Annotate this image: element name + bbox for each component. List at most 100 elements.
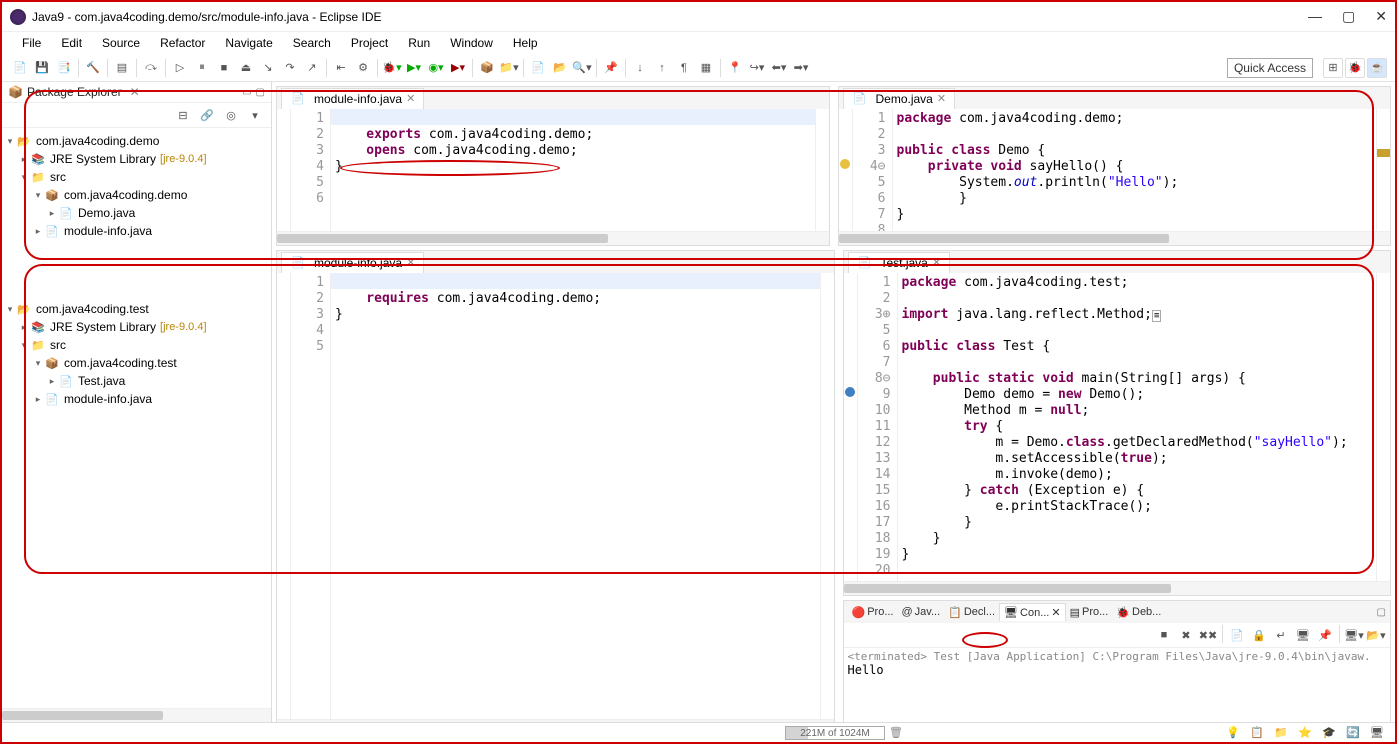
block-selection[interactable]: ▦ — [696, 58, 716, 78]
menu-source[interactable]: Source — [94, 34, 148, 52]
editor-hscroll[interactable] — [839, 231, 1391, 245]
maximize-button[interactable]: ▢ — [1342, 8, 1355, 25]
open-type-button[interactable]: 📂 — [550, 58, 570, 78]
project-node[interactable]: ▾📂com.java4coding.demo — [4, 132, 269, 150]
workbench-icon[interactable]: 🖥 — [1367, 723, 1387, 743]
use-step-filters[interactable]: ⚙ — [353, 58, 373, 78]
editor-tab[interactable]: 📄Demo.java✕ — [843, 88, 956, 109]
drop-frame-button[interactable]: ⇤ — [331, 58, 351, 78]
next-edit[interactable]: ↪▾ — [747, 58, 767, 78]
package-node[interactable]: ▾📦com.java4coding.demo — [4, 186, 269, 204]
console-display-selected[interactable]: 🖥▾ — [1344, 625, 1364, 645]
java-file-node[interactable]: ▸📄module-info.java — [4, 222, 269, 240]
java-file-node[interactable]: ▸📄Demo.java — [4, 204, 269, 222]
step-into-button[interactable]: ↘ — [258, 58, 278, 78]
menu-run[interactable]: Run — [400, 34, 438, 52]
editor-tab[interactable]: 📄Test.java✕ — [848, 252, 951, 273]
console-terminate[interactable]: ■ — [1154, 625, 1174, 645]
close-tab-button[interactable]: ✕ — [937, 92, 946, 105]
declaration-tab[interactable]: 📋Decl... — [944, 604, 999, 621]
code-text[interactable]: package com.java4coding.test; import jav… — [898, 273, 1377, 581]
debug-perspective-button[interactable]: 🐞 — [1345, 58, 1365, 78]
open-perspective-button[interactable]: ⊞ — [1323, 58, 1343, 78]
next-annotation[interactable]: ↓ — [630, 58, 650, 78]
console-show-standard[interactable]: 🖥 — [1293, 625, 1313, 645]
menu-file[interactable]: File — [14, 34, 49, 52]
debug-button[interactable]: 🐞▾ — [382, 58, 402, 78]
menu-project[interactable]: Project — [343, 34, 396, 52]
library-node[interactable]: ▸📚JRE System Library[jre-9.0.4] — [4, 318, 269, 336]
menu-search[interactable]: Search — [285, 34, 339, 52]
migrate-icon[interactable]: 🔄 — [1343, 723, 1363, 743]
new-class-button[interactable]: 📄 — [528, 58, 548, 78]
run-last-button[interactable]: ▶▾ — [448, 58, 468, 78]
debug-tab[interactable]: 🐞Deb... — [1112, 604, 1165, 621]
new-button[interactable]: 📄 — [10, 58, 30, 78]
new-java-project[interactable]: 📦 — [477, 58, 497, 78]
quick-access-input[interactable]: Quick Access — [1227, 58, 1313, 78]
library-node[interactable]: ▸📚JRE System Library[jre-9.0.4] — [4, 150, 269, 168]
terminate-button[interactable]: ■ — [214, 58, 234, 78]
heap-status[interactable]: 221M of 1024M — [785, 726, 885, 740]
editor-hscroll[interactable] — [844, 581, 1391, 595]
package-node[interactable]: ▾📦com.java4coding.test — [4, 354, 269, 372]
search-button[interactable]: 🔍▾ — [572, 58, 592, 78]
src-folder-node[interactable]: ▾📁src — [4, 168, 269, 186]
view-maximize-button[interactable]: ▢ — [256, 87, 265, 98]
progress-tab[interactable]: ▤Pro... — [1066, 604, 1113, 621]
whatsnew-icon[interactable]: ⭐ — [1295, 723, 1315, 743]
menu-navigate[interactable]: Navigate — [217, 34, 280, 52]
java-file-node[interactable]: ▸📄Test.java — [4, 372, 269, 390]
tutorials-icon[interactable]: 🎓 — [1319, 723, 1339, 743]
close-button[interactable]: ✕ — [1375, 8, 1387, 25]
console-remove[interactable]: ✖ — [1176, 625, 1196, 645]
editor-tab[interactable]: 📄module-info.java✕ — [281, 252, 424, 273]
toggle-breadcrumb[interactable]: ▤ — [112, 58, 132, 78]
step-return-button[interactable]: ↗ — [302, 58, 322, 78]
view-maximize-button[interactable]: ▢ — [1377, 607, 1386, 618]
menu-refactor[interactable]: Refactor — [152, 34, 213, 52]
back-button[interactable]: ⬅▾ — [769, 58, 789, 78]
close-view-button[interactable]: ✕ — [130, 85, 140, 99]
disconnect-button[interactable]: ⏏ — [236, 58, 256, 78]
console-pin[interactable]: 📌 — [1315, 625, 1335, 645]
console-tab[interactable]: 🖥Con...✕ — [999, 603, 1066, 621]
new-java-package[interactable]: 📁▾ — [499, 58, 519, 78]
suspend-button[interactable]: ⏸ — [192, 58, 212, 78]
save-all-button[interactable]: 📑 — [54, 58, 74, 78]
editor-hscroll[interactable] — [277, 231, 829, 245]
save-button[interactable]: 💾 — [32, 58, 52, 78]
samples-icon[interactable]: 📁 — [1271, 723, 1291, 743]
view-minimize-button[interactable]: ▭ — [242, 87, 251, 98]
menu-window[interactable]: Window — [442, 34, 501, 52]
java-file-node[interactable]: ▸📄module-info.java — [4, 390, 269, 408]
prev-annotation[interactable]: ↑ — [652, 58, 672, 78]
build-button[interactable]: 🔨 — [83, 58, 103, 78]
menu-help[interactable]: Help — [505, 34, 546, 52]
console-scroll-lock[interactable]: 🔒 — [1249, 625, 1269, 645]
editor-tab[interactable]: 📄module-info.java✕ — [281, 88, 424, 109]
close-tab-button[interactable]: ✕ — [406, 92, 415, 105]
code-text[interactable]: package com.java4coding.demo; public cla… — [893, 109, 1377, 231]
step-over-button[interactable]: ↷ — [280, 58, 300, 78]
javadoc-tab[interactable]: @Jav... — [898, 604, 945, 620]
collapse-all-button[interactable]: ⊟ — [173, 105, 193, 125]
code-text[interactable]: module com.java4coding.demo { exports co… — [331, 109, 815, 231]
minimize-button[interactable]: — — [1308, 8, 1322, 25]
gc-button[interactable]: 🗑 — [889, 726, 903, 740]
link-editor-button[interactable]: 🔗 — [197, 105, 217, 125]
java-perspective-button[interactable]: ☕ — [1367, 58, 1387, 78]
skip-breakpoints[interactable]: ⤼ — [141, 58, 161, 78]
close-tab-button[interactable]: ✕ — [406, 256, 415, 269]
src-folder-node[interactable]: ▾📁src — [4, 336, 269, 354]
coverage-button[interactable]: ◉▾ — [426, 58, 446, 78]
toggle-mark-button[interactable]: 📌 — [601, 58, 621, 78]
forward-button[interactable]: ➡▾ — [791, 58, 811, 78]
console-word-wrap[interactable]: ↵ — [1271, 625, 1291, 645]
run-button[interactable]: ▶▾ — [404, 58, 424, 78]
overview-bar[interactable] — [815, 109, 829, 231]
overview-icon[interactable]: 📋 — [1247, 723, 1267, 743]
console-clear[interactable]: 📄 — [1227, 625, 1247, 645]
console-open[interactable]: 📂▾ — [1366, 625, 1386, 645]
view-menu-button[interactable]: ▾ — [245, 105, 265, 125]
